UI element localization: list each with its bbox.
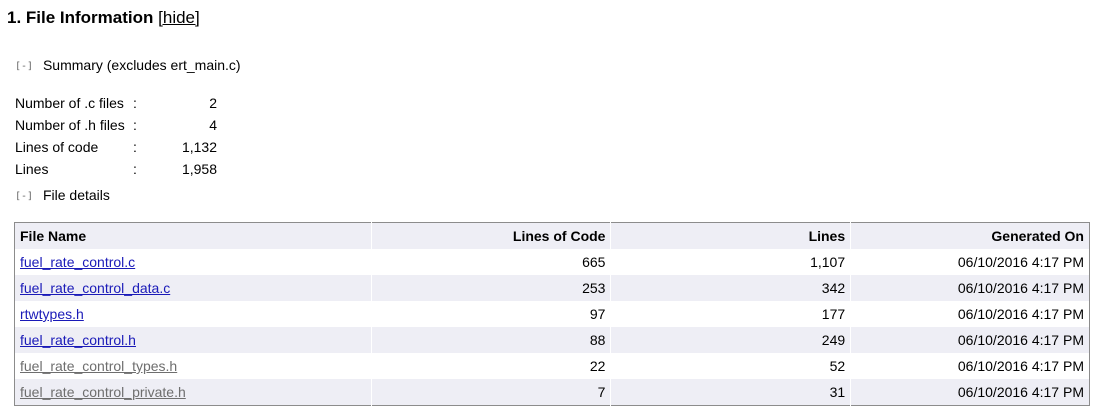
file-link[interactable]: fuel_rate_control_private.h — [20, 384, 186, 400]
table-row: fuel_rate_control.c 665 1,107 06/10/2016… — [15, 249, 1090, 275]
summary-separator: : — [133, 117, 137, 133]
summary-row: Number of .c files : 2 — [15, 92, 217, 114]
column-header-lines-of-code: Lines of Code — [370, 222, 611, 249]
file-details-table: File Name Lines of Code Lines Generated … — [14, 222, 1090, 406]
table-row: fuel_rate_control_private.h 7 31 06/10/2… — [14, 379, 1090, 406]
column-header-generated-on: Generated On — [850, 222, 1090, 249]
file-name-cell: fuel_rate_control_types.h — [15, 353, 372, 379]
generated-on-cell: 06/10/2016 4:17 PM — [850, 249, 1090, 275]
summary-label: Lines of code — [15, 139, 99, 155]
generated-on-cell: 06/10/2016 4:17 PM — [850, 353, 1090, 379]
section-title-text: 1. File Information — [7, 8, 154, 27]
summary-heading: Summary (excludes ert_main.c) — [42, 57, 241, 73]
file-name-cell: fuel_rate_control.h — [14, 327, 372, 353]
generated-on-cell: 06/10/2016 4:17 PM — [850, 301, 1090, 327]
summary-collapse-toggle[interactable]: [-] — [15, 61, 33, 72]
summary-value: 4 — [209, 117, 217, 133]
table-row: rtwtypes.h 97 177 06/10/2016 4:17 PM — [15, 301, 1090, 327]
summary-label: Lines — [15, 161, 49, 177]
summary-row: Lines : 1,958 — [15, 158, 217, 180]
summary-separator: : — [133, 161, 137, 177]
generated-on-cell: 06/10/2016 4:17 PM — [850, 327, 1090, 353]
file-information-report: 1. File Information [hide] [-] Summary (… — [0, 0, 1097, 416]
table-header-row: File Name Lines of Code Lines Generated … — [14, 222, 1090, 249]
file-link[interactable]: rtwtypes.h — [20, 306, 84, 322]
file-details-collapse-toggle[interactable]: [-] — [15, 191, 33, 202]
file-details-header: [-] File details — [15, 187, 110, 203]
table-row: fuel_rate_control.h 88 249 06/10/2016 4:… — [14, 327, 1090, 353]
summary-value: 1,132 — [181, 139, 217, 155]
file-link[interactable]: fuel_rate_control_types.h — [20, 358, 177, 374]
lines-cell: 249 — [610, 327, 851, 353]
section-title: 1. File Information [hide] — [7, 8, 200, 28]
lines-cell: 342 — [610, 275, 851, 301]
summary-row: Number of .h files : 4 — [15, 114, 217, 136]
summary-value: 2 — [209, 95, 217, 111]
summary-label: Number of .c files — [15, 95, 124, 111]
summary-row: Lines of code : 1,132 — [15, 136, 217, 158]
summary-separator: : — [133, 139, 137, 155]
file-details-heading: File details — [42, 187, 110, 203]
lines-cell: 31 — [610, 379, 851, 406]
lines-of-code-cell: 253 — [370, 275, 611, 301]
summary-separator: : — [133, 95, 137, 111]
table-row: fuel_rate_control_data.c 253 342 06/10/2… — [14, 275, 1090, 301]
file-name-cell: fuel_rate_control_private.h — [14, 379, 372, 406]
lines-of-code-cell: 22 — [370, 353, 611, 379]
lines-cell: 52 — [610, 353, 851, 379]
summary-header: [-] Summary (excludes ert_main.c) — [15, 57, 241, 73]
file-link[interactable]: fuel_rate_control.h — [20, 332, 136, 348]
file-link[interactable]: fuel_rate_control.c — [20, 254, 135, 270]
column-header-lines: Lines — [610, 222, 851, 249]
file-name-cell: fuel_rate_control_data.c — [14, 275, 372, 301]
lines-of-code-cell: 7 — [370, 379, 611, 406]
lines-of-code-cell: 88 — [370, 327, 611, 353]
file-name-cell: rtwtypes.h — [15, 301, 372, 327]
file-link[interactable]: fuel_rate_control_data.c — [20, 280, 170, 296]
lines-of-code-cell: 97 — [370, 301, 611, 327]
generated-on-cell: 06/10/2016 4:17 PM — [850, 379, 1090, 406]
summary-value: 1,958 — [181, 161, 217, 177]
table-row: fuel_rate_control_types.h 22 52 06/10/20… — [15, 353, 1090, 379]
lines-of-code-cell: 665 — [370, 249, 611, 275]
lines-cell: 1,107 — [610, 249, 851, 275]
summary-label: Number of .h files — [15, 117, 125, 133]
lines-cell: 177 — [610, 301, 851, 327]
summary-table: Number of .c files : 2 Number of .h file… — [15, 92, 217, 180]
generated-on-cell: 06/10/2016 4:17 PM — [850, 275, 1090, 301]
column-header-file-name: File Name — [14, 222, 372, 249]
file-name-cell: fuel_rate_control.c — [15, 249, 372, 275]
hide-link[interactable]: [hide] — [158, 8, 200, 27]
